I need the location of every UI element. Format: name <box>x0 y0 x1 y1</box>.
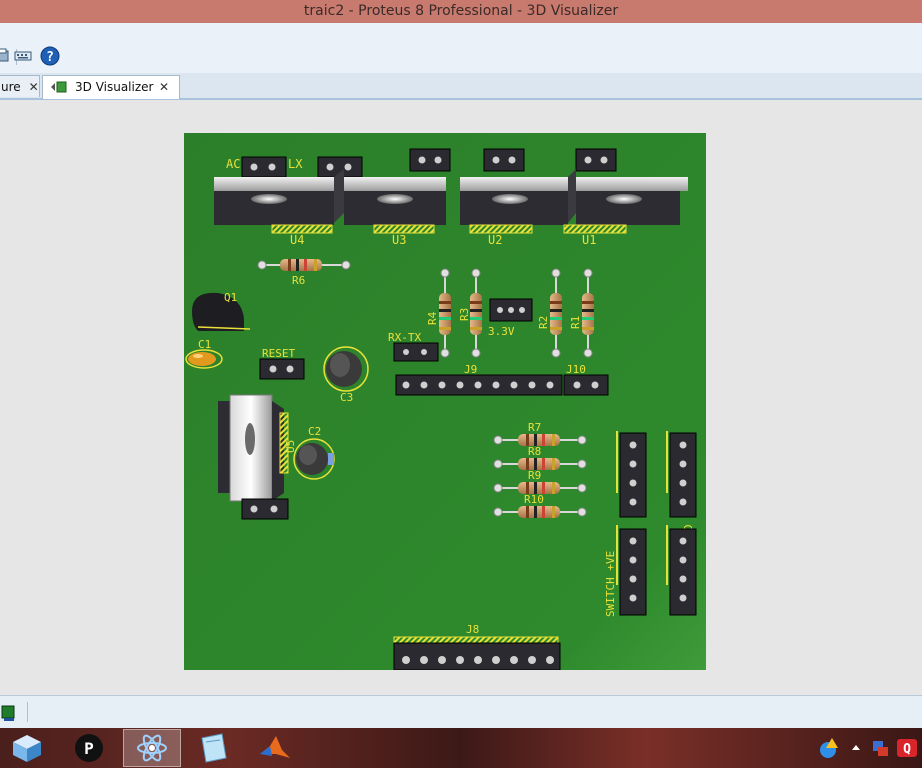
cube-app-icon[interactable] <box>10 732 44 764</box>
svg-text:?: ? <box>46 50 54 65</box>
label-ac: AC <box>226 157 240 171</box>
label-r4: R4 <box>426 311 439 325</box>
pcb-board[interactable]: AC LX U4 U3 U2 U1 R6 R4 R3 3.3V R2 R1 Q1… <box>184 133 706 670</box>
header-right-2 <box>666 431 697 518</box>
tab-label: 3D Visualizer <box>75 80 154 94</box>
label-u1: U1 <box>582 233 596 247</box>
svg-text:Q: Q <box>903 742 911 757</box>
label-q1: Q1 <box>224 291 237 304</box>
label-rxtx: RX-TX <box>388 331 421 344</box>
header-right-4 <box>666 525 697 616</box>
label-3v3: 3.3V <box>488 325 515 338</box>
header-j10 <box>563 374 609 396</box>
connector-top-2 <box>409 148 451 172</box>
notebook-app-icon[interactable] <box>196 732 230 764</box>
capacitor-c2 <box>293 438 335 480</box>
proteus-app-icon[interactable]: P <box>72 732 106 764</box>
label-j9: J9 <box>464 363 477 376</box>
q-tray-icon[interactable]: Q <box>896 738 918 758</box>
regulator-u4 <box>214 169 344 234</box>
regulator-u3 <box>344 177 446 234</box>
status-bar <box>0 695 922 729</box>
print-icon[interactable] <box>0 47 12 65</box>
connector-top-3 <box>483 148 525 172</box>
tab-label: ure <box>1 80 21 94</box>
header-rxtx <box>393 342 439 362</box>
svg-text:P: P <box>84 739 94 758</box>
label-r6: R6 <box>292 274 305 287</box>
header-right-1 <box>616 431 647 518</box>
header-reset <box>259 358 305 380</box>
label-u2: U2 <box>488 233 502 247</box>
label-c1: C1 <box>198 338 211 351</box>
tab-3d-visualizer[interactable]: 3D Visualizer ✕ <box>42 75 180 99</box>
label-r3: R3 <box>458 308 471 321</box>
update-tray-icon[interactable] <box>816 738 844 758</box>
label-r10: R10 <box>524 493 544 506</box>
connector-top-4 <box>575 148 617 172</box>
label-r8: R8 <box>528 445 541 458</box>
keyboard-icon[interactable] <box>14 47 32 65</box>
label-reset: RESET <box>262 347 295 360</box>
regulator-u2 <box>460 177 568 234</box>
help-icon[interactable]: ? <box>40 46 60 66</box>
regulator-u1 <box>563 169 688 234</box>
3d-visualizer-icon <box>51 81 67 93</box>
connector-ac <box>241 156 287 178</box>
label-r2: R2 <box>537 316 550 329</box>
atom-app-icon[interactable] <box>135 732 169 764</box>
label-r1: R1 <box>569 316 582 329</box>
label-j8: J8 <box>466 623 479 636</box>
close-icon[interactable]: ✕ <box>159 76 169 98</box>
header-u5 <box>241 498 289 520</box>
taskbar: P Q <box>0 728 922 768</box>
window-title: traic2 - Proteus 8 Professional - 3D Vis… <box>0 0 922 23</box>
header-switch <box>616 525 647 616</box>
label-c3: C3 <box>340 391 353 404</box>
toolbar: ? <box>0 23 922 74</box>
chevron-up-icon[interactable] <box>850 738 862 758</box>
label-c2: C2 <box>308 425 321 438</box>
label-r9: R9 <box>528 469 541 482</box>
label-lx: LX <box>288 157 303 171</box>
regulator-u5 <box>218 394 289 502</box>
label-r7: R7 <box>528 421 541 434</box>
label-switch: SWITCH_+VE <box>604 551 617 617</box>
tab-bar: ure ✕ 3D Visualizer ✕ <box>0 73 922 100</box>
close-icon[interactable]: ✕ <box>29 80 39 94</box>
header-j8 <box>393 636 561 670</box>
label-u3: U3 <box>392 233 406 247</box>
status-separator <box>27 702 28 722</box>
label-u4: U4 <box>290 233 304 247</box>
trimmer-3v3 <box>489 298 533 322</box>
matlab-app-icon[interactable] <box>258 732 292 764</box>
capacitor-c3 <box>323 346 369 392</box>
header-j9 <box>395 374 563 396</box>
label-j10: J10 <box>566 363 586 376</box>
layer-icon[interactable] <box>0 704 18 722</box>
network-tray-icon[interactable] <box>870 738 890 758</box>
tab-previous[interactable]: ure ✕ <box>0 75 40 97</box>
